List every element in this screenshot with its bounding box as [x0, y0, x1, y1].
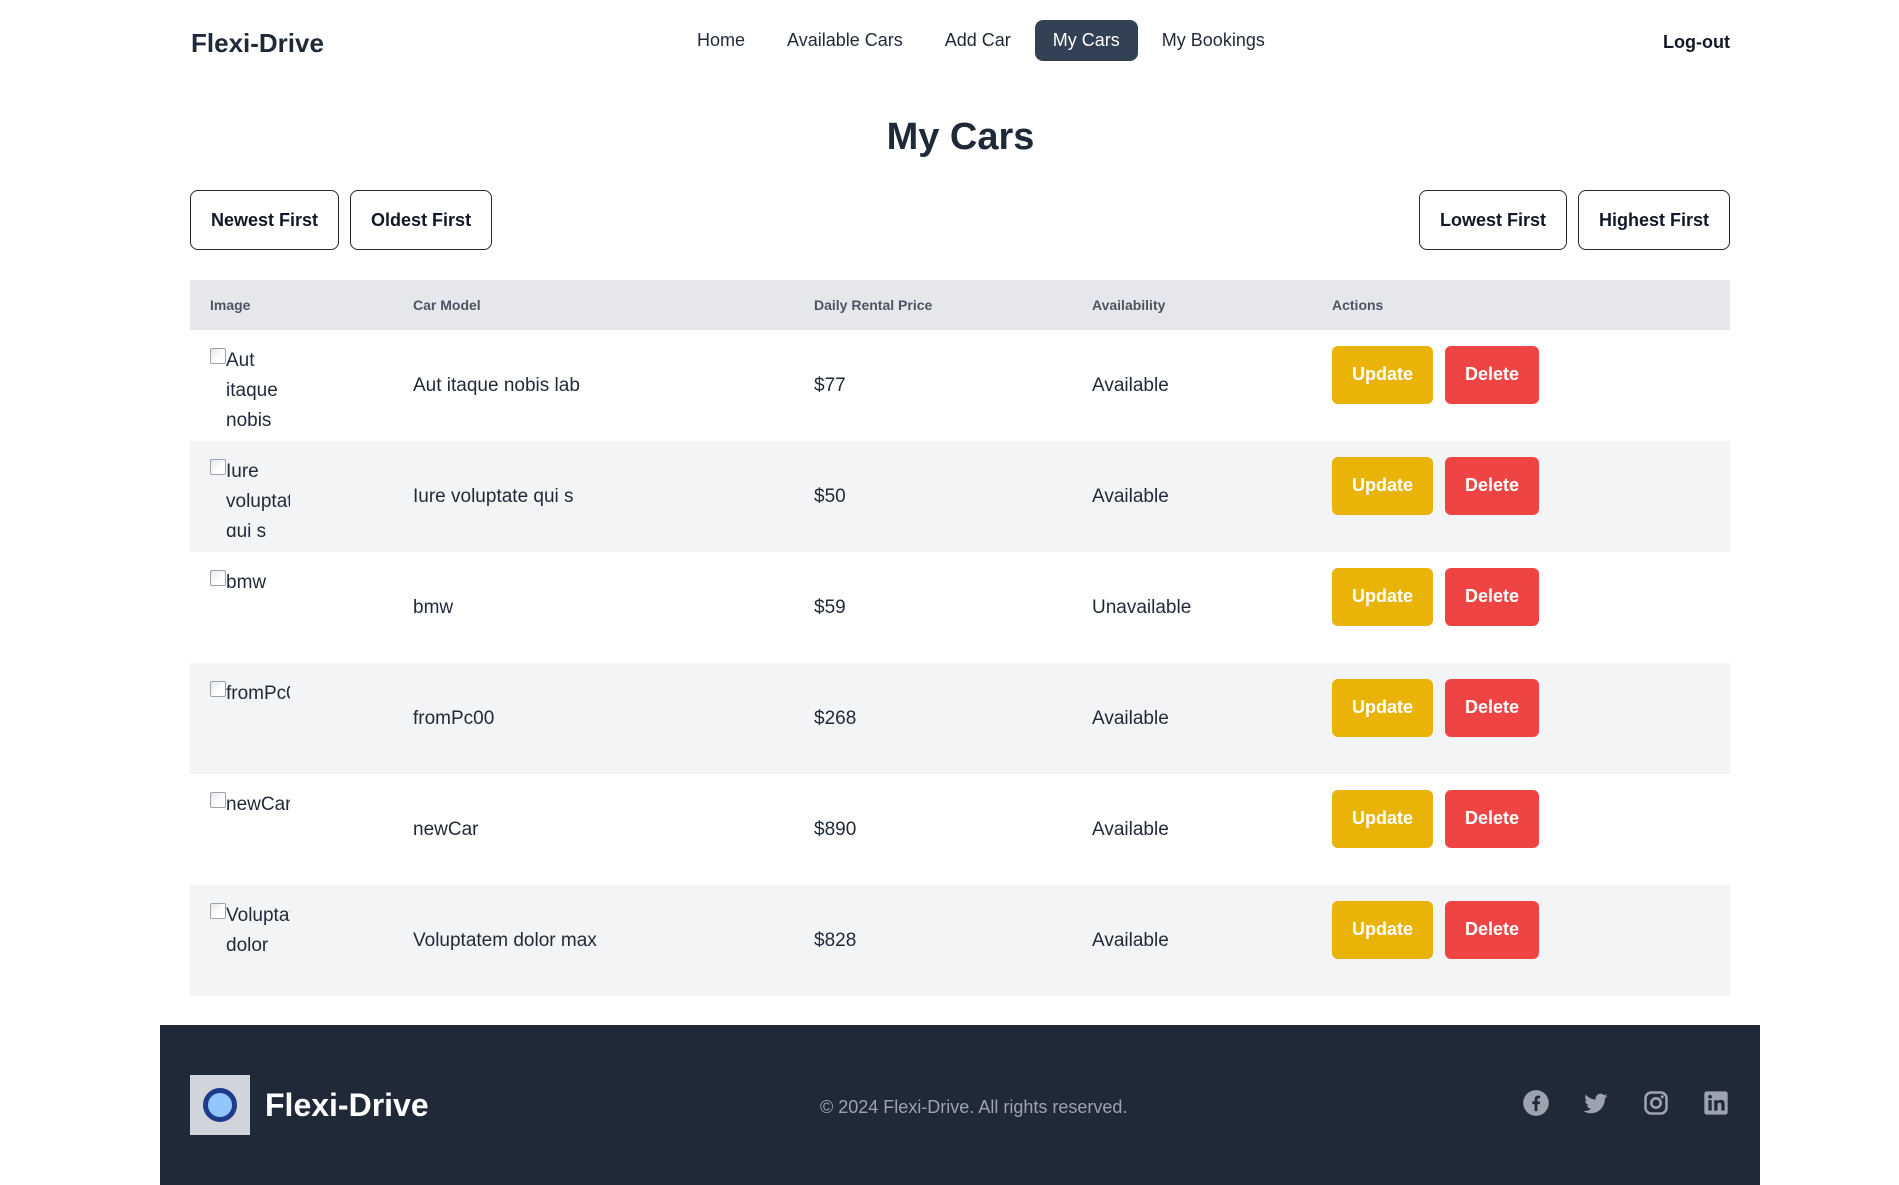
oldest-first-button[interactable]: Oldest First: [350, 190, 493, 250]
delete-button[interactable]: Delete: [1445, 678, 1540, 737]
delete-button[interactable]: Delete: [1445, 900, 1540, 959]
facebook-icon[interactable]: [1522, 1089, 1550, 1117]
car-price: $268: [814, 707, 857, 729]
car-model: bmw: [413, 596, 454, 618]
car-model: Voluptatem dolor max: [413, 929, 597, 951]
highest-first-button[interactable]: Highest First: [1577, 190, 1730, 250]
car-price: $50: [814, 485, 846, 507]
main-nav: Home Available Cars Add Car My Cars My B…: [679, 20, 1283, 61]
footer-brand: Flexi-Drive: [265, 1087, 429, 1123]
delete-button[interactable]: Delete: [1445, 789, 1540, 848]
delete-button[interactable]: Delete: [1445, 456, 1540, 515]
table-row: Aut itaque nobis Aut itaque nobis lab $7…: [190, 330, 1730, 441]
car-image-alt: fromPc00: [226, 682, 290, 704]
table-row: newCar newCar $890 Available Update Dele…: [190, 774, 1730, 885]
car-image-alt: bmw: [226, 571, 267, 593]
nav-link-add-car[interactable]: Add Car: [927, 20, 1029, 61]
column-header-availability: Availability: [1072, 280, 1312, 330]
nav-link-available-cars[interactable]: Available Cars: [769, 20, 921, 61]
table-row: bmw bmw $59 Unavailable Update Delete: [190, 552, 1730, 663]
logout-button[interactable]: Log-out: [1663, 32, 1730, 53]
column-header-car-model: Car Model: [393, 280, 794, 330]
newest-first-button[interactable]: Newest First: [190, 190, 340, 250]
column-header-daily-price: Daily Rental Price: [794, 280, 1072, 330]
car-model: newCar: [413, 818, 479, 840]
nav-link-my-bookings[interactable]: My Bookings: [1144, 20, 1283, 61]
broken-image-icon: [210, 458, 226, 475]
navbar: Flexi-Drive Home Available Cars Add Car …: [0, 0, 1899, 88]
car-image-alt: newCar: [226, 793, 290, 815]
copyright-text: © 2024 Flexi-Drive. All rights reserved.: [820, 1097, 1128, 1117]
car-model: Aut itaque nobis lab: [413, 374, 580, 396]
lowest-first-button[interactable]: Lowest First: [1418, 190, 1567, 250]
car-image: fromPc00: [210, 679, 290, 759]
column-header-actions: Actions: [1312, 280, 1730, 330]
car-image-alt: Voluptatem dolor: [226, 904, 290, 956]
update-button[interactable]: Update: [1332, 678, 1434, 737]
broken-image-icon: [210, 902, 226, 919]
update-button[interactable]: Update: [1332, 900, 1434, 959]
table-row: Iure voluptate qui s Iure voluptate qui …: [190, 441, 1730, 552]
update-button[interactable]: Update: [1332, 456, 1434, 515]
delete-button[interactable]: Delete: [1445, 345, 1540, 404]
broken-image-icon: [210, 347, 226, 364]
flexi-drive-logo-icon: [190, 1075, 250, 1135]
row-actions: Update Delete: [1332, 456, 1710, 515]
car-availability: Available: [1092, 485, 1169, 507]
broken-image-icon: [210, 680, 226, 697]
row-actions: Update Delete: [1332, 567, 1710, 626]
my-cars-table: Image Car Model Daily Rental Price Avail…: [190, 280, 1730, 996]
car-price: $59: [814, 596, 846, 618]
car-image: Voluptatem dolor: [210, 901, 290, 981]
row-actions: Update Delete: [1332, 900, 1710, 959]
table-row: fromPc00 fromPc00 $268 Available Update …: [190, 663, 1730, 774]
nav-link-home[interactable]: Home: [679, 20, 763, 61]
car-model: Iure voluptate qui s: [413, 485, 574, 507]
update-button[interactable]: Update: [1332, 567, 1434, 626]
row-actions: Update Delete: [1332, 678, 1710, 737]
car-image: Iure voluptate qui s: [210, 457, 290, 537]
car-price: $77: [814, 374, 846, 396]
price-sort-group: Lowest First Highest First: [1418, 190, 1730, 250]
update-button[interactable]: Update: [1332, 789, 1434, 848]
footer: Flexi-Drive © 2024 Flexi-Drive. All righ…: [160, 1025, 1760, 1185]
table-row: Voluptatem dolor Voluptatem dolor max $8…: [190, 885, 1730, 996]
broken-image-icon: [210, 569, 226, 586]
column-header-image: Image: [190, 280, 393, 330]
car-image-alt: Iure voluptate qui s: [226, 460, 290, 537]
car-image-alt: Aut itaque nobis: [226, 349, 278, 426]
page-title: My Cars: [886, 116, 1035, 158]
car-price: $890: [814, 818, 857, 840]
car-availability: Unavailable: [1092, 596, 1192, 618]
car-availability: Available: [1092, 818, 1169, 840]
date-sort-group: Newest First Oldest First: [190, 190, 493, 250]
linkedin-icon[interactable]: [1702, 1089, 1730, 1117]
brand-logo-text[interactable]: Flexi-Drive: [191, 28, 324, 59]
car-model: fromPc00: [413, 707, 495, 729]
car-image: Aut itaque nobis: [210, 346, 290, 426]
social-links: [1522, 1089, 1730, 1117]
car-image: bmw: [210, 568, 290, 648]
instagram-icon[interactable]: [1642, 1089, 1670, 1117]
car-image: newCar: [210, 790, 290, 870]
delete-button[interactable]: Delete: [1445, 567, 1540, 626]
car-price: $828: [814, 929, 857, 951]
row-actions: Update Delete: [1332, 345, 1710, 404]
car-availability: Available: [1092, 929, 1169, 951]
twitter-icon[interactable]: [1582, 1089, 1610, 1117]
broken-image-icon: [210, 791, 226, 808]
car-availability: Available: [1092, 374, 1169, 396]
row-actions: Update Delete: [1332, 789, 1710, 848]
update-button[interactable]: Update: [1332, 345, 1434, 404]
car-availability: Available: [1092, 707, 1169, 729]
nav-link-my-cars[interactable]: My Cars: [1034, 20, 1138, 61]
table-header-row: Image Car Model Daily Rental Price Avail…: [190, 280, 1730, 330]
